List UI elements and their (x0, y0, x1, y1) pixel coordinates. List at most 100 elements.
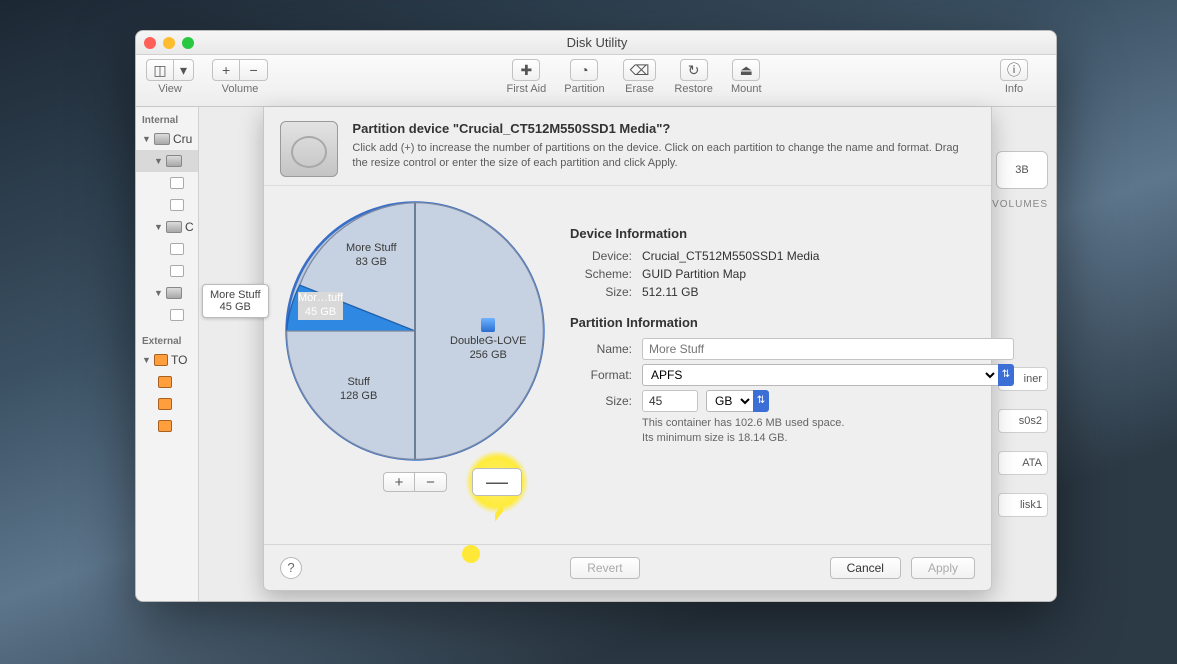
info-cell: lisk1 (998, 493, 1048, 517)
device-label: Device: (570, 249, 632, 263)
external-disk-icon (158, 420, 172, 432)
select-arrows-icon[interactable]: ⇅ (753, 390, 769, 412)
restore-button[interactable]: ↻ (680, 59, 708, 81)
sidebar-item-vol4[interactable] (136, 260, 198, 282)
sidebar-item-vol5[interactable] (136, 304, 198, 326)
partition-name-input[interactable] (642, 338, 1014, 360)
volume-mini-icon (481, 318, 495, 332)
select-arrows-icon[interactable]: ⇅ (998, 364, 1014, 386)
main-panel: 3B VOLUMES iner s0s2 ATA lisk1 Partition… (199, 107, 1056, 601)
slice-size: 45 GB (298, 306, 343, 320)
sidebar-item-ext2[interactable] (136, 393, 198, 415)
cancel-button[interactable]: Cancel (830, 557, 901, 579)
hdd-icon (166, 221, 182, 233)
slice-size: 83 GB (346, 256, 397, 270)
sidebar-section-external: External (136, 332, 198, 349)
zoom-icon[interactable] (182, 37, 194, 49)
format-label: Format: (570, 368, 632, 382)
volume-icon (170, 309, 184, 321)
partition-pie[interactable]: More Stuff 83 GB Mor…tuff 45 GB Stuff 12… (284, 200, 546, 462)
first-aid-button[interactable]: ✚ (512, 59, 540, 81)
toolbar: ◫ ▾ View + − Volume ✚First Aid ◔Partitio… (136, 55, 1056, 107)
sidebar-item-crucial[interactable]: ▼Cru (136, 128, 198, 150)
slice-label: Mor…tuff (298, 292, 343, 306)
restore-label: Restore (674, 83, 713, 95)
partition-button[interactable]: ◔ (570, 59, 598, 81)
remove-partition-button[interactable]: − (415, 472, 447, 492)
size-unit-select[interactable]: GB (706, 390, 754, 412)
scheme-label: Scheme: (570, 267, 632, 281)
size-label: Size: (570, 285, 632, 299)
badge-value: 3B (1015, 164, 1028, 176)
view-mode-button[interactable]: ◫ (146, 59, 174, 81)
external-disk-icon (154, 354, 168, 366)
window-controls (144, 37, 194, 49)
volume-icon (170, 243, 184, 255)
mount-button[interactable]: ⏏ (732, 59, 760, 81)
hdd-icon (166, 287, 182, 299)
volume-remove-button[interactable]: − (240, 59, 268, 81)
tooltip-size: 45 GB (210, 301, 261, 313)
device-value: Crucial_CT512M550SSD1 Media (642, 249, 819, 263)
disk-icon (280, 121, 338, 177)
info-label: Info (1005, 83, 1023, 95)
psize-label: Size: (570, 394, 632, 408)
volume-icon (170, 177, 184, 189)
sidebar-item-vol1[interactable] (136, 172, 198, 194)
partition-info-header: Partition Information (570, 315, 1014, 330)
mount-label: Mount (731, 83, 762, 95)
partition-label: Partition (564, 83, 604, 95)
sidebar-item-vol2[interactable] (136, 194, 198, 216)
sidebar-item-to[interactable]: ▼TO (136, 349, 198, 371)
tooltip-name: More Stuff (210, 289, 261, 301)
sidebar-item-c2[interactable]: ▼C (136, 216, 198, 238)
size-value: 512.11 GB (642, 285, 698, 299)
slice-size: 128 GB (340, 390, 377, 404)
erase-button[interactable]: ⌫ (623, 59, 657, 81)
slice-size: 256 GB (450, 349, 526, 363)
add-partition-button[interactable]: + (383, 472, 415, 492)
view-dropdown-button[interactable]: ▾ (174, 59, 194, 81)
sidebar: Internal ▼Cru ▼ ▼C ▼ External ▼TO (136, 107, 199, 601)
sidebar-section-internal: Internal (136, 111, 198, 128)
slice-label: Stuff (340, 376, 377, 390)
first-aid-label: First Aid (507, 83, 547, 95)
device-info-header: Device Information (570, 226, 1014, 241)
partition-sheet: Partition device "Crucial_CT512M550SSD1 … (263, 107, 992, 591)
volume-icon (170, 265, 184, 277)
slice-label: DoubleG-LOVE (450, 335, 526, 349)
volume-add-button[interactable]: + (212, 59, 240, 81)
info-button[interactable]: ⓘ (1000, 59, 1028, 81)
help-button[interactable]: ? (280, 557, 302, 579)
disk-utility-window: Disk Utility ◫ ▾ View + − Volume ✚First … (135, 30, 1057, 602)
sidebar-item-label: C (185, 220, 194, 234)
sheet-title: Partition device "Crucial_CT512M550SSD1 … (352, 121, 975, 136)
revert-button[interactable]: Revert (570, 557, 639, 579)
slice-label: More Stuff (346, 242, 397, 256)
sidebar-item-ext1[interactable] (136, 371, 198, 393)
partition-size-input[interactable] (642, 390, 698, 412)
size-hint-2: Its minimum size is 18.14 GB. (642, 431, 1014, 446)
capacity-badge: 3B (996, 151, 1048, 189)
volume-icon (170, 199, 184, 211)
apply-button[interactable]: Apply (911, 557, 975, 579)
volume-label: Volume (222, 83, 259, 95)
sidebar-item-vol3[interactable] (136, 238, 198, 260)
size-hint-1: This container has 102.6 MB used space. (642, 416, 1014, 431)
scheme-value: GUID Partition Map (642, 267, 746, 281)
minimize-icon[interactable] (163, 37, 175, 49)
format-select[interactable]: APFS (642, 364, 999, 386)
sidebar-item-c3[interactable]: ▼ (136, 282, 198, 304)
hdd-icon (154, 133, 170, 145)
external-disk-icon (158, 376, 172, 388)
hdd-icon (166, 155, 182, 167)
sidebar-item-label: TO (171, 353, 187, 367)
sidebar-item-ext3[interactable] (136, 415, 198, 437)
close-icon[interactable] (144, 37, 156, 49)
titlebar: Disk Utility (136, 31, 1056, 55)
partition-tooltip: More Stuff 45 GB (202, 284, 269, 318)
window-title: Disk Utility (194, 35, 1000, 50)
external-disk-icon (158, 398, 172, 410)
sidebar-item-container[interactable]: ▼ (136, 150, 198, 172)
name-label: Name: (570, 342, 632, 356)
